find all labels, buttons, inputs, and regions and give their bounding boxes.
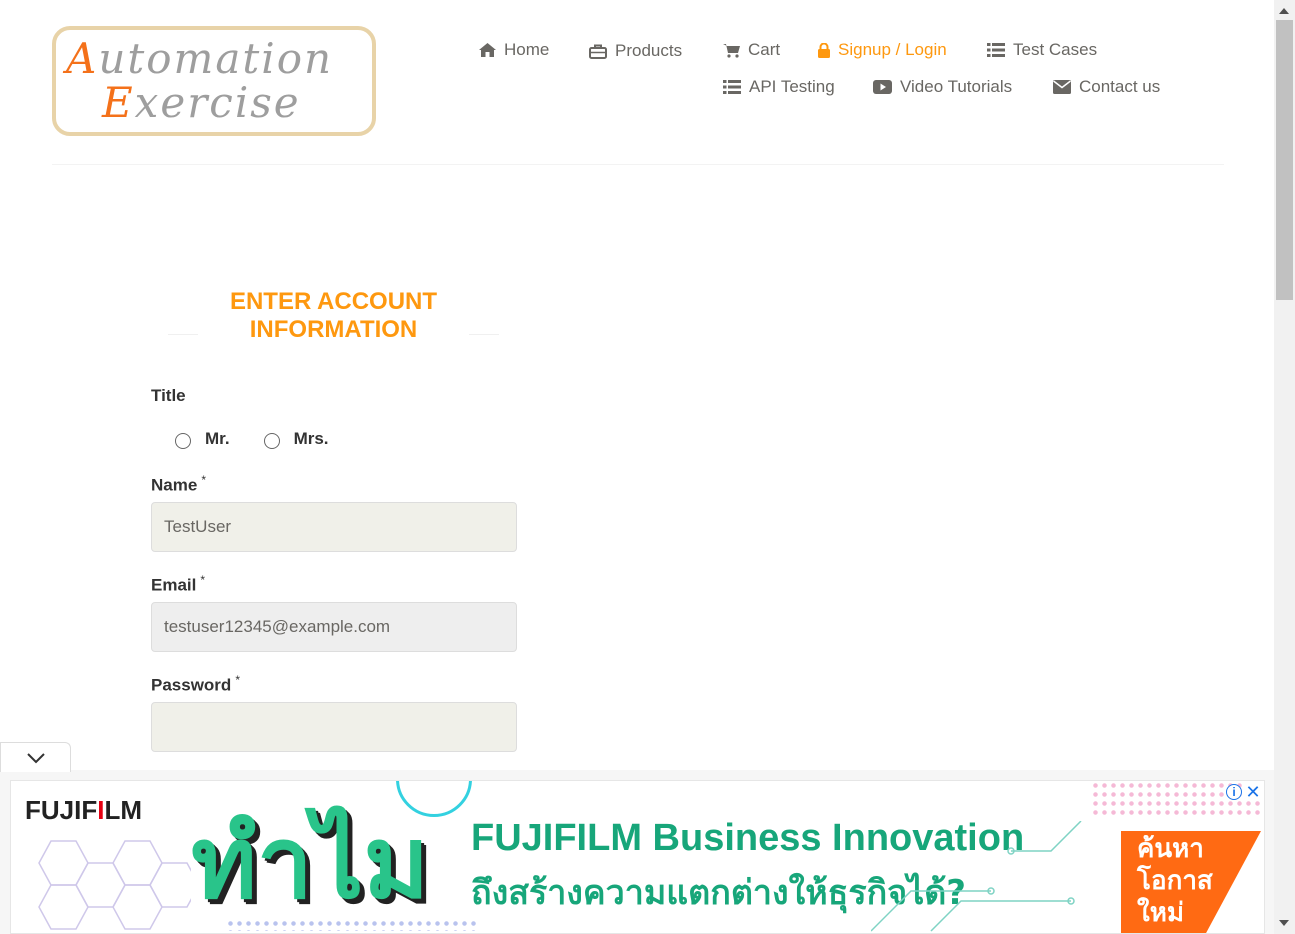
ad-info-icon[interactable]: i [1226,784,1242,800]
name-label-text: Name [151,475,198,495]
page-scrollbar[interactable] [1274,0,1295,934]
heading-rule-left [168,334,198,335]
logo-capital-letter: A [66,34,99,83]
lock-icon [818,42,830,58]
required-mark: * [235,673,240,687]
nav-home-label: Home [504,40,550,59]
ad-brand-accent-letter: I [97,795,105,825]
scroll-up-arrow-icon[interactable] [1279,8,1289,14]
hexagon-pattern-icon [38,840,191,930]
ad-cta-text[interactable]: ค้นหา โอกาส ใหม่ [1137,833,1213,929]
nav-products[interactable]: Products [589,41,682,61]
nav-cart-label: Cart [748,40,781,59]
title-radio-group: Mr. Mrs. [175,429,363,449]
ad-banner[interactable]: FUJIFILM ทำไม FUJIFILM Business Innovati… [10,780,1265,934]
nav-video-tutorials-label: Video Tutorials [900,77,1013,96]
list-icon [987,43,1005,57]
cart-icon [723,43,740,58]
heading-rule-right [469,334,499,335]
youtube-icon [873,80,892,94]
password-label-text: Password [151,675,232,695]
nav-signup-login[interactable]: Signup / Login [818,40,947,60]
required-mark: * [201,473,206,487]
ad-cta-line-1: ค้นหา [1137,834,1204,864]
nav-signup-login-label: Signup / Login [838,40,947,59]
name-input[interactable] [164,517,504,537]
nav-test-cases-label: Test Cases [1013,40,1098,59]
circuit-lines-icon [871,821,1082,932]
required-mark: * [200,573,206,587]
nav-home[interactable]: Home [479,40,549,60]
form-heading: ENTER ACCOUNT INFORMATION [168,288,499,344]
radio-mrs[interactable]: Mrs. [263,429,329,449]
name-label: Name * [151,473,206,496]
nav-cart[interactable]: Cart [723,40,780,60]
section-title-line-2: INFORMATION [249,316,418,343]
radio-mrs-circle[interactable] [263,433,280,449]
scrollbar-thumb[interactable] [1276,20,1293,300]
radio-mr-circle[interactable] [175,433,191,449]
password-label: Password * [151,673,240,696]
email-label: Email * [151,573,205,596]
ad-cta-line-3: ใหม่ [1137,898,1184,928]
logo-line-2: Exercise [102,78,301,127]
name-field[interactable] [151,502,517,552]
list-icon [723,80,741,94]
chevron-down-icon [26,752,45,763]
logo-capital-letter: E [102,78,135,127]
ad-brand-text: FUJIFILM [25,795,143,825]
password-input[interactable] [164,717,504,737]
radio-mr-label: Mr. [205,429,230,448]
ad-brand-logo: FUJIFILM [25,795,142,826]
ad-cta-line-2: โอกาส [1137,866,1213,896]
email-field[interactable] [151,602,517,652]
briefcase-icon [589,44,607,59]
radio-mr[interactable]: Mr. [175,429,230,449]
home-icon [479,43,496,57]
scroll-down-arrow-icon[interactable] [1279,920,1289,926]
nav-test-cases[interactable]: Test Cases [987,40,1097,60]
nav-video-tutorials[interactable]: Video Tutorials [873,77,1012,97]
envelope-icon [1053,80,1071,94]
ad-dot-pattern-bottom [226,919,476,931]
title-label: Title [151,386,186,405]
logo-line-1: Automation [66,34,334,83]
header-divider [52,164,1224,165]
email-label-text: Email [151,575,197,595]
ad-close-icon[interactable]: ✕ [1244,783,1262,801]
nav-products-label: Products [615,41,683,60]
email-input[interactable] [164,617,504,637]
radio-mrs-label: Mrs. [293,429,329,448]
site-logo[interactable]: Automation Exercise [52,26,376,136]
section-title-line-1: ENTER ACCOUNT [229,288,438,315]
nav-api-testing-label: API Testing [749,77,835,96]
ad-collapse-button[interactable] [0,742,71,772]
nav-contact-us[interactable]: Contact us [1053,77,1160,97]
nav-api-testing[interactable]: API Testing [723,77,835,97]
password-field[interactable] [151,702,517,752]
nav-contact-us-label: Contact us [1079,77,1161,96]
ad-thai-headline: ทำไม [191,804,430,921]
